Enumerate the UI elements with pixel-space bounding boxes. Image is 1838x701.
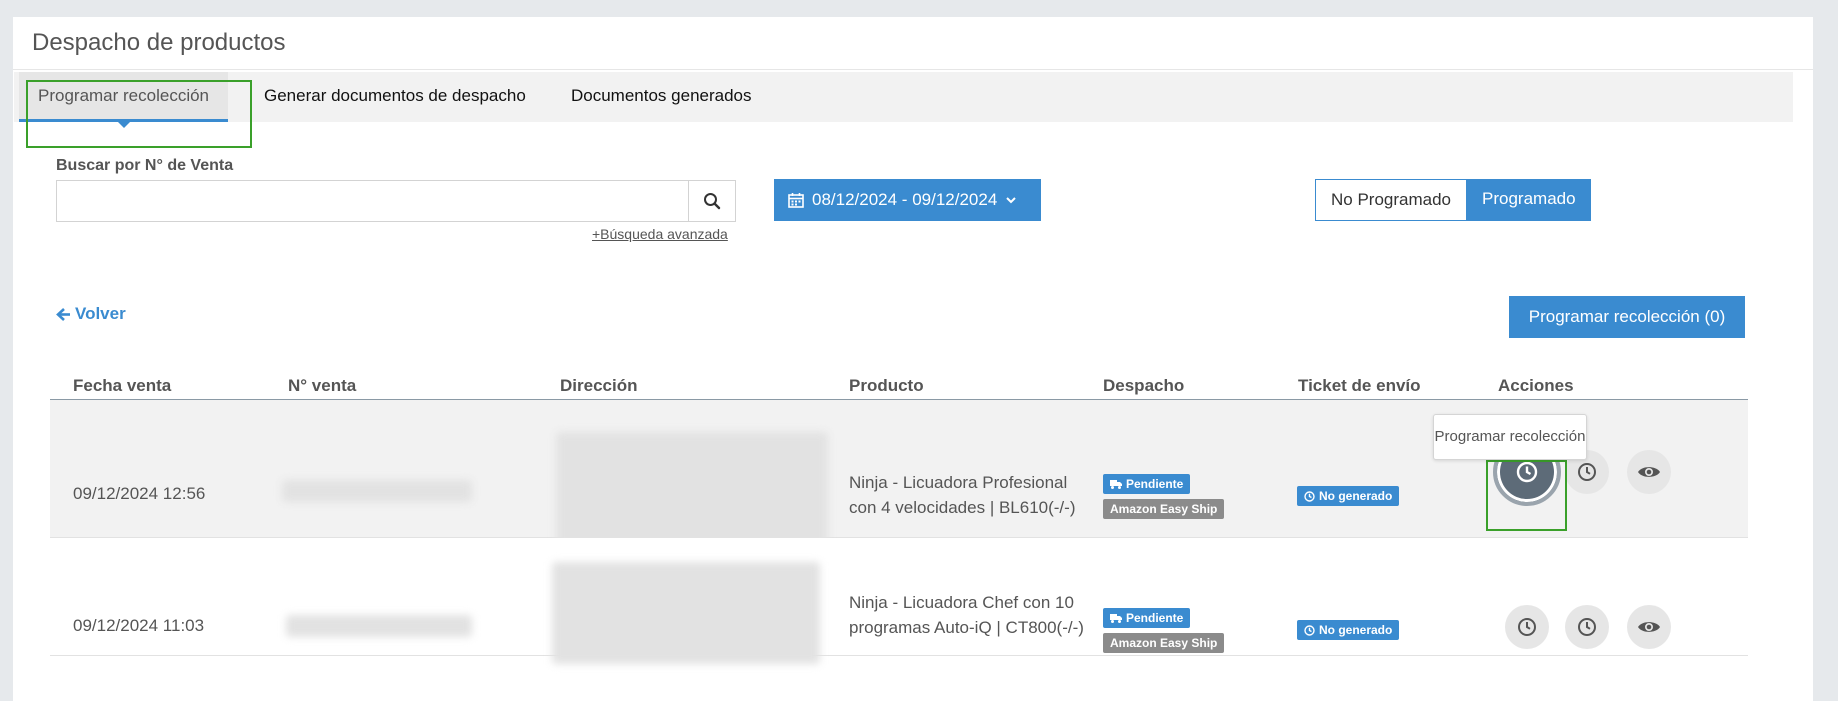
dispatch-status-badge: Pendiente bbox=[1103, 474, 1191, 494]
redacted-address bbox=[552, 562, 820, 664]
clock-icon bbox=[1578, 618, 1596, 636]
calendar-icon bbox=[788, 193, 804, 208]
active-tab-highlight bbox=[26, 80, 252, 148]
table-header: Fecha venta N° venta Dirección Producto … bbox=[50, 364, 1748, 400]
truck-icon bbox=[1110, 614, 1122, 623]
sale-date: 09/12/2024 12:56 bbox=[73, 484, 206, 503]
date-range-label: 08/12/2024 - 09/12/2024 bbox=[812, 190, 998, 209]
history-action[interactable] bbox=[1565, 605, 1609, 649]
view-action[interactable] bbox=[1627, 450, 1671, 494]
tab-generar-documentos[interactable]: Generar documentos de despacho bbox=[264, 72, 526, 122]
action-tooltip: Programar recolección bbox=[1433, 414, 1587, 460]
ticket-status-label: No generado bbox=[1319, 623, 1393, 637]
schedule-pickup-action[interactable] bbox=[1505, 605, 1549, 649]
tab-bar: Programar recolección Generar documentos… bbox=[14, 72, 1793, 128]
product-name: Ninja - Licuadora Profesional con 4 velo… bbox=[849, 473, 1076, 517]
carrier-badge: Amazon Easy Ship bbox=[1103, 499, 1225, 519]
redacted-sale-number bbox=[286, 615, 472, 637]
dispatch-status-badge: Pendiente bbox=[1103, 608, 1191, 628]
ticket-status-badge: No generado bbox=[1297, 620, 1400, 640]
truck-icon bbox=[1110, 480, 1122, 489]
tab-documentos-generados[interactable]: Documentos generados bbox=[571, 72, 752, 122]
eye-icon bbox=[1638, 622, 1660, 632]
search-input[interactable] bbox=[57, 181, 689, 221]
eye-icon bbox=[1638, 467, 1660, 477]
table-row: 09/12/2024 11:03 Ninja - Licuadora Chef … bbox=[50, 538, 1748, 664]
clock-icon bbox=[1304, 490, 1315, 502]
toggle-programado[interactable]: Programado bbox=[1467, 179, 1591, 221]
col-ticket-envio: Ticket de envío bbox=[1298, 376, 1421, 395]
schedule-pickup-button[interactable]: Programar recolección (0) bbox=[1509, 296, 1745, 338]
chevron-down-icon bbox=[1006, 197, 1016, 204]
ticket-status-badge: No generado bbox=[1297, 486, 1400, 506]
sale-date: 09/12/2024 11:03 bbox=[73, 616, 205, 635]
clock-icon bbox=[1578, 463, 1596, 481]
search-icon bbox=[704, 193, 721, 210]
dispatch-status-label: Pendiente bbox=[1126, 611, 1184, 625]
panel-header: Despacho de productos bbox=[13, 17, 1813, 70]
advanced-search-link[interactable]: +Búsqueda avanzada bbox=[592, 226, 728, 242]
col-producto: Producto bbox=[849, 376, 924, 395]
dispatch-status-label: Pendiente bbox=[1126, 477, 1184, 491]
col-acciones: Acciones bbox=[1498, 376, 1574, 395]
page-title: Despacho de productos bbox=[32, 29, 286, 56]
col-numero-venta: N° venta bbox=[288, 376, 357, 395]
view-action[interactable] bbox=[1627, 605, 1671, 649]
carrier-badge: Amazon Easy Ship bbox=[1103, 633, 1225, 653]
search-box bbox=[56, 180, 736, 222]
redacted-sale-number bbox=[282, 480, 472, 502]
col-direccion: Dirección bbox=[560, 376, 638, 395]
col-despacho: Despacho bbox=[1103, 376, 1185, 395]
ticket-status-label: No generado bbox=[1319, 489, 1393, 503]
col-fecha-venta: Fecha venta bbox=[73, 376, 172, 395]
product-name: Ninja - Licuadora Chef con 10 programas … bbox=[849, 593, 1084, 637]
redacted-address bbox=[556, 432, 828, 554]
back-label: Volver bbox=[75, 304, 126, 323]
clock-icon bbox=[1518, 618, 1536, 636]
action-highlight bbox=[1486, 460, 1567, 531]
back-link[interactable]: Volver bbox=[56, 304, 126, 324]
search-label: Buscar por N° de Venta bbox=[56, 157, 234, 174]
search-button[interactable] bbox=[688, 181, 735, 221]
clock-icon bbox=[1304, 624, 1315, 636]
arrow-left-icon bbox=[56, 307, 70, 321]
date-range-button[interactable]: 08/12/2024 - 09/12/2024 bbox=[774, 179, 1041, 221]
toggle-no-programado[interactable]: No Programado bbox=[1315, 179, 1468, 221]
schedule-status-toggle: No Programado Programado bbox=[1315, 179, 1591, 221]
